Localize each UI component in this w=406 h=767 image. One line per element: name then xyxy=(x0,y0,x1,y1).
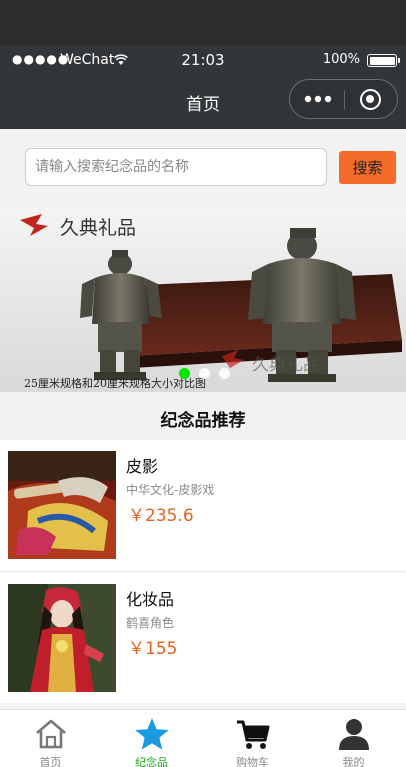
banner-carousel[interactable]: 久典礼品 久典礼品 25厘米规格和20厘米规格大小对比图 xyxy=(0,206,406,392)
capsule-divider xyxy=(344,90,345,110)
tab-label: 我的 xyxy=(342,756,365,767)
top-dark-band xyxy=(0,0,406,46)
search-input[interactable] xyxy=(25,148,327,186)
tab-souvenirs[interactable]: 纪念品 xyxy=(101,710,202,767)
more-icon[interactable] xyxy=(304,94,334,104)
status-bar: ●●●●● WeChat 21:03 100% xyxy=(0,46,406,73)
carousel-indicators xyxy=(0,368,406,380)
product-image-doll[interactable] xyxy=(8,584,116,692)
search-area: 搜索 xyxy=(0,129,406,206)
star-icon xyxy=(135,718,169,750)
section-title: 纪念品推荐 xyxy=(0,392,406,440)
banner-image: 久典礼品 久典礼品 25厘米规格和20厘米规格大小对比图 xyxy=(0,206,406,392)
product-card[interactable]: 化妆品 鹤喜角色 ￥155 xyxy=(0,573,406,703)
carousel-dot[interactable] xyxy=(219,368,230,379)
product-description: 鹤喜角色 xyxy=(126,616,175,630)
navigation-bar: 首页 xyxy=(0,73,406,129)
product-image-shadow-puppet[interactable] xyxy=(8,451,116,559)
banner-brand: 久典礼品 xyxy=(60,217,136,239)
cart-icon xyxy=(237,720,270,749)
product-price: ￥235.6 xyxy=(128,506,194,526)
search-button[interactable]: 搜索 xyxy=(339,151,396,184)
tab-label: 首页 xyxy=(39,756,62,767)
user-icon xyxy=(339,719,369,750)
mini-program-capsule xyxy=(289,79,398,119)
tab-profile[interactable]: 我的 xyxy=(303,710,404,767)
tab-home[interactable]: 首页 xyxy=(0,710,101,767)
tab-label: 纪念品 xyxy=(135,756,168,767)
close-capsule-icon[interactable] xyxy=(360,89,381,110)
tab-cart[interactable]: 购物车 xyxy=(202,710,303,767)
product-price: ￥155 xyxy=(128,639,178,659)
product-card[interactable]: 皮影 中华文化-皮影戏 ￥235.6 xyxy=(0,440,406,570)
carousel-dot-active[interactable] xyxy=(179,368,190,379)
carousel-dot[interactable] xyxy=(199,368,210,379)
battery-icon xyxy=(367,54,400,67)
tab-bar: 首页 纪念品 购物车 我的 xyxy=(0,709,406,767)
product-description: 中华文化-皮影戏 xyxy=(126,483,215,497)
tab-label: 购物车 xyxy=(236,756,269,767)
battery-percentage: 100% xyxy=(322,52,360,67)
product-name[interactable]: 化妆品 xyxy=(126,586,174,610)
home-icon xyxy=(36,719,66,749)
product-name[interactable]: 皮影 xyxy=(126,453,158,477)
